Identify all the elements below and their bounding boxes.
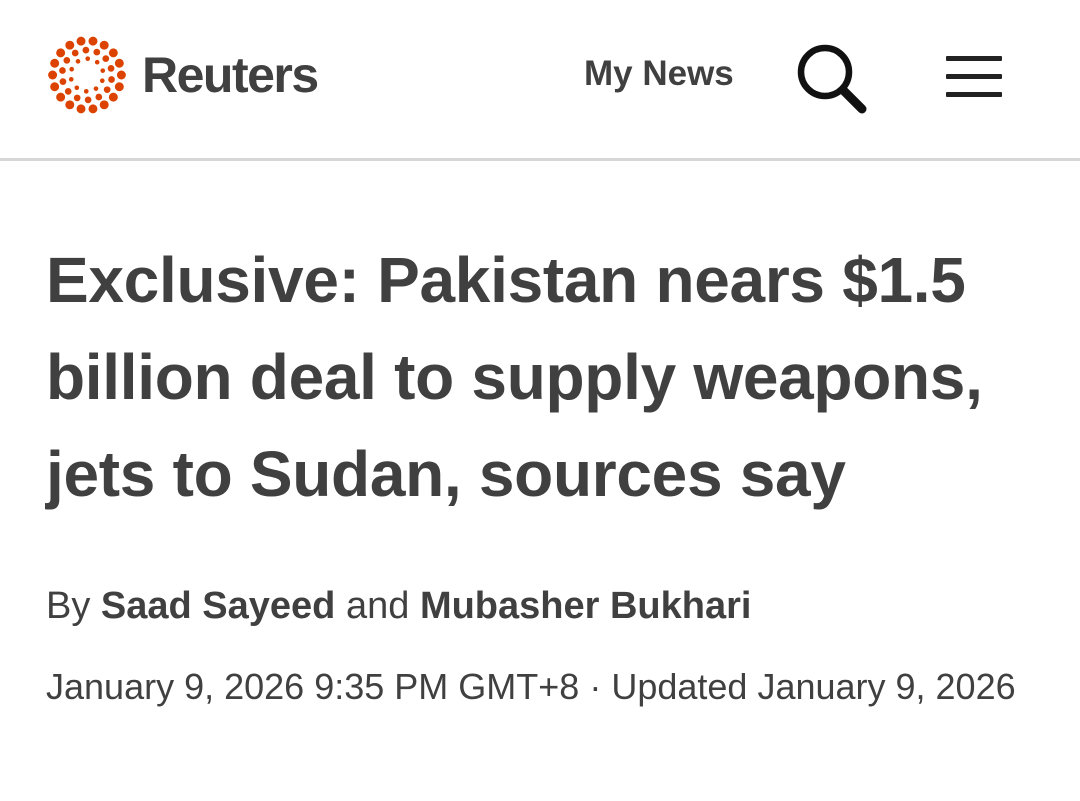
article: Exclusive: Pakistan nears $1.5 billion d… <box>46 232 1026 715</box>
dateline: January 9, 2026 9:35 PM GMT+8 · Updated … <box>46 659 1026 715</box>
author-link-1[interactable]: Saad Sayeed <box>101 585 335 627</box>
brand-wordmark: Reuters <box>142 47 319 103</box>
my-news-link[interactable]: My News <box>584 54 734 94</box>
search-button[interactable] <box>793 40 871 118</box>
dateline-separator: · <box>589 666 602 707</box>
author-link-2[interactable]: Mubasher Bukhari <box>420 585 752 627</box>
updated-time: Updated January 9, 2026 <box>611 666 1016 707</box>
header-divider <box>0 158 1080 161</box>
byline: By Saad Sayeed and Mubasher Bukhari <box>46 583 1026 629</box>
site-header: Reuters My News <box>0 0 1080 158</box>
search-icon <box>797 44 867 114</box>
byline-prefix: By <box>46 585 91 627</box>
published-time: January 9, 2026 9:35 PM GMT+8 <box>46 666 580 707</box>
menu-button[interactable] <box>940 52 1008 102</box>
byline-conjunction: and <box>345 585 410 627</box>
brand-home-link[interactable]: Reuters <box>44 33 319 117</box>
article-headline: Exclusive: Pakistan nears $1.5 billion d… <box>46 244 983 510</box>
reuters-logo-icon <box>48 36 126 114</box>
hamburger-menu-icon <box>946 56 1002 97</box>
